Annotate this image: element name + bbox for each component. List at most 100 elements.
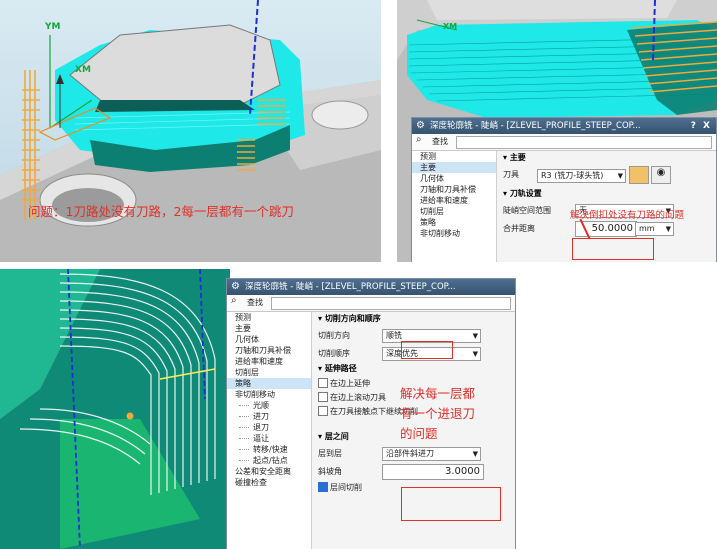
collapse-icon: ▾ bbox=[503, 189, 510, 198]
cut-direction-label: 切削方向 bbox=[318, 331, 350, 340]
cut-direction-value: 顺铣 bbox=[386, 331, 402, 340]
annotation-line: 有一个进退刀 bbox=[400, 406, 476, 421]
tree-item[interactable]: 策略 bbox=[412, 217, 496, 228]
annotation-line: 的问题 bbox=[400, 426, 438, 441]
space-range-label: 陡峭空间范围 bbox=[503, 206, 551, 215]
collapse-icon: ▾ bbox=[318, 432, 325, 441]
ramp-angle-label: 斜坡角 bbox=[318, 467, 342, 476]
tree-item[interactable]: 刀轴和刀具补偿 bbox=[227, 345, 311, 356]
search-label: 查找 bbox=[432, 137, 448, 146]
section-header-extend[interactable]: ▾ 延伸路径 bbox=[312, 362, 515, 376]
collapse-icon: ▾ bbox=[318, 314, 325, 323]
tree-item[interactable]: 起点/钻点 bbox=[227, 455, 311, 466]
section-title: 主要 bbox=[509, 153, 526, 162]
section-title: 层之间 bbox=[324, 432, 349, 441]
dialog-title-bar: ⚙ 深度轮廓铣 - 陡峭 - [ZLEVEL_PROFILE_STEEP_COP… bbox=[412, 118, 716, 134]
unit-value: mm bbox=[639, 224, 655, 233]
gear-icon: ⚙ bbox=[416, 120, 425, 131]
tree-item-selected[interactable]: 主要 bbox=[412, 162, 496, 173]
tree-item[interactable]: 公差和安全距离 bbox=[227, 466, 311, 477]
section-header-direction[interactable]: ▾ 切削方向和顺序 bbox=[312, 312, 515, 326]
binoculars-icon: ⌕ bbox=[231, 295, 237, 306]
model-view-3 bbox=[0, 269, 230, 549]
close-button[interactable]: X bbox=[703, 118, 710, 134]
tool-row: 刀具 R3 (铣刀-球头铣) ▼ ◉ bbox=[497, 165, 716, 187]
tree-item[interactable]: 进给率和速度 bbox=[227, 356, 311, 367]
chevron-down-icon: ▼ bbox=[472, 332, 478, 340]
tool-select[interactable]: R3 (铣刀-球头铣) ▼ bbox=[537, 169, 626, 183]
checkbox-label: 在边上延伸 bbox=[330, 379, 370, 388]
tree-item[interactable]: 逼让 bbox=[227, 433, 311, 444]
checkbox-checked[interactable] bbox=[318, 482, 328, 492]
merge-distance-label: 合并距离 bbox=[503, 224, 535, 233]
eye-display-icon[interactable]: ◉ bbox=[651, 166, 671, 184]
tree-item[interactable]: 切削层 bbox=[227, 367, 311, 378]
highlight-box bbox=[572, 238, 654, 260]
tree-item[interactable]: 退刀 bbox=[227, 422, 311, 433]
layer-to-layer-label: 层到层 bbox=[318, 449, 342, 458]
tree-item[interactable]: 几何体 bbox=[412, 173, 496, 184]
tool-value: R3 (铣刀-球头铣) bbox=[541, 171, 604, 180]
xm-axis-label-2: XM bbox=[443, 22, 458, 31]
collapse-icon: ▾ bbox=[503, 153, 510, 162]
tree-item[interactable]: 转移/快速 bbox=[227, 444, 311, 455]
nav-tree: 预测 主要 几何体 刀轴和刀具补偿 进给率和速度 切削层 策略 非切削移动 bbox=[412, 151, 497, 262]
checkbox[interactable] bbox=[318, 392, 328, 402]
viewport-solution-2[interactable]: ⚙ 深度轮廓铣 - 陡峭 - [ZLEVEL_PROFILE_STEEP_COP… bbox=[0, 269, 717, 549]
operation-dialog-1: ⚙ 深度轮廓铣 - 陡峭 - [ZLEVEL_PROFILE_STEEP_COP… bbox=[411, 117, 717, 262]
tree-item[interactable]: 主要 bbox=[227, 323, 311, 334]
section-title: 刀轨设置 bbox=[509, 189, 542, 198]
annotation-line: 解决每一层都 bbox=[400, 386, 476, 401]
section-title: 切削方向和顺序 bbox=[324, 314, 381, 323]
solution-annotation-2: 解决每一层都 有一个进退刀 的问题 bbox=[400, 384, 475, 444]
search-bar: ⌕ 查找 bbox=[227, 295, 515, 312]
tree-item[interactable]: 光顺 bbox=[227, 400, 311, 411]
chevron-down-icon: ▼ bbox=[617, 172, 623, 180]
tree-item[interactable]: 策略 bbox=[227, 378, 311, 389]
tree-item[interactable]: 非切削移动 bbox=[227, 389, 311, 400]
chevron-down-icon: ▼ bbox=[665, 225, 671, 233]
dialog-title: 深度轮廓铣 - 陡峭 - [ZLEVEL_PROFILE_STEEP_COP..… bbox=[430, 121, 641, 131]
tree-item[interactable]: 刀轴和刀具补偿 bbox=[412, 184, 496, 195]
help-button[interactable]: ? bbox=[691, 118, 696, 134]
model-view-1 bbox=[0, 0, 381, 262]
tree-item[interactable]: 几何体 bbox=[227, 334, 311, 345]
layer-to-layer-row: 层到层 沿部件斜进刀 ▼ bbox=[312, 444, 515, 462]
search-label: 查找 bbox=[247, 298, 263, 307]
dialog-title: 深度轮廓铣 - 陡峭 - [ZLEVEL_PROFILE_STEEP_COP..… bbox=[245, 282, 456, 292]
tree-item[interactable]: 碰撞检查 bbox=[227, 477, 311, 488]
cut-order-label: 切削顺序 bbox=[318, 349, 350, 358]
search-input[interactable] bbox=[271, 297, 511, 310]
tool-edit-icon[interactable] bbox=[629, 166, 649, 184]
checkbox[interactable] bbox=[318, 378, 328, 388]
search-input[interactable] bbox=[456, 136, 712, 149]
tree-item[interactable]: 预测 bbox=[227, 312, 311, 323]
section-header-path[interactable]: ▾ 刀轨设置 bbox=[497, 187, 716, 201]
tree-item[interactable]: 非切削移动 bbox=[412, 228, 496, 239]
tree-item[interactable]: 预测 bbox=[412, 151, 496, 162]
highlight-box-direction bbox=[401, 341, 453, 359]
dialog-title-bar: ⚙ 深度轮廓铣 - 陡峭 - [ZLEVEL_PROFILE_STEEP_COP… bbox=[227, 279, 515, 295]
nav-tree: 预测 主要 几何体 刀轴和刀具补偿 进给率和速度 切削层 策略 非切削移动 光顺 进刀 退刀 逼让 转移… bbox=[227, 312, 312, 549]
section-title: 延伸路径 bbox=[324, 364, 357, 373]
checkbox[interactable] bbox=[318, 406, 328, 416]
collapse-icon: ▾ bbox=[318, 364, 325, 373]
tool-label: 刀具 bbox=[503, 170, 519, 179]
binoculars-icon: ⌕ bbox=[416, 134, 422, 145]
chevron-down-icon: ▼ bbox=[472, 450, 478, 458]
viewport-solution-1[interactable]: XM ⚙ 深度轮廓铣 - 陡峭 - [ZLEVEL_PROFILE_STEEP_… bbox=[397, 0, 717, 262]
section-header-main[interactable]: ▾ 主要 bbox=[497, 151, 716, 165]
chevron-down-icon: ▼ bbox=[472, 350, 478, 358]
highlight-box-layers bbox=[401, 487, 501, 521]
layer-to-layer-value: 沿部件斜进刀 bbox=[386, 449, 434, 458]
tree-item[interactable]: 进给率和速度 bbox=[412, 195, 496, 206]
tree-item[interactable]: 进刀 bbox=[227, 411, 311, 422]
ramp-angle-input[interactable]: 3.0000 bbox=[382, 464, 484, 480]
solution-annotation-1: 解决倒扣处没有刀路的问题 bbox=[570, 210, 685, 221]
unit-select[interactable]: mm ▼ bbox=[635, 222, 674, 236]
checkbox-label: 层间切削 bbox=[330, 483, 362, 492]
layer-to-layer-select[interactable]: 沿部件斜进刀 ▼ bbox=[382, 447, 481, 461]
viewport-problem[interactable]: YM XM 问题：1刀路处没有刀路，2每一层都有一个跳刀 bbox=[0, 0, 381, 262]
tree-item[interactable]: 切削层 bbox=[412, 206, 496, 217]
search-bar: ⌕ 查找 bbox=[412, 134, 716, 151]
